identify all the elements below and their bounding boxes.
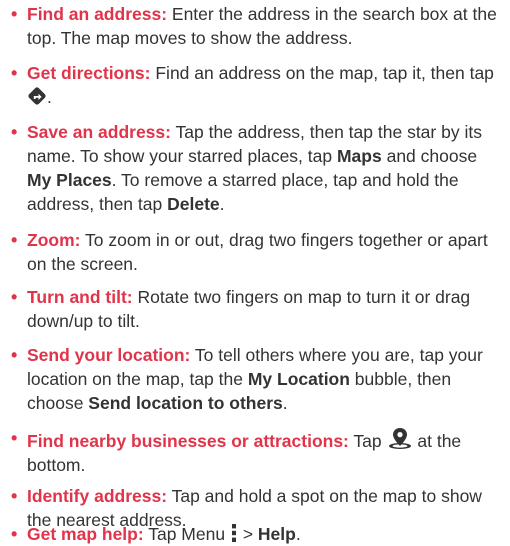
- item-heading: Save an address:: [27, 122, 171, 142]
- bullet: •: [11, 63, 18, 83]
- item-text: Find nearby businesses or attractions: T…: [27, 426, 505, 477]
- bullet: •: [11, 486, 18, 506]
- item-heading: Find an address:: [27, 4, 168, 24]
- bullet: •: [11, 4, 18, 24]
- item-heading: Get map help:: [27, 524, 144, 544]
- menu-icon: [231, 524, 236, 542]
- item-text: Get directions: Find an address on the m…: [27, 63, 494, 107]
- item-heading: Get directions:: [27, 63, 151, 83]
- bullet: •: [11, 345, 18, 365]
- item-text: Save an address: Tap the address, then t…: [27, 122, 482, 214]
- directions-icon: [28, 87, 46, 105]
- bullet: •: [11, 428, 18, 448]
- item-text: Turn and tilt: Rotate two fingers on map…: [27, 287, 471, 331]
- item-heading: Turn and tilt:: [27, 287, 133, 307]
- item-text: Find an address: Enter the address in th…: [27, 4, 497, 48]
- item-heading: Find nearby businesses or attractions:: [27, 431, 349, 451]
- place-pin-icon: [388, 428, 411, 449]
- item-heading: Zoom:: [27, 230, 81, 250]
- bullet: •: [11, 524, 18, 544]
- bullet: •: [11, 230, 18, 250]
- item-text: Zoom: To zoom in or out, drag two finger…: [27, 230, 488, 274]
- item-heading: Send your location:: [27, 345, 191, 365]
- item-heading: Identify address:: [27, 486, 168, 506]
- item-text: Get map help: Tap Menu > Help.: [27, 524, 301, 544]
- item-text: Send your location: To tell others where…: [27, 345, 483, 413]
- bullet: •: [11, 122, 18, 142]
- bullet: •: [11, 287, 18, 307]
